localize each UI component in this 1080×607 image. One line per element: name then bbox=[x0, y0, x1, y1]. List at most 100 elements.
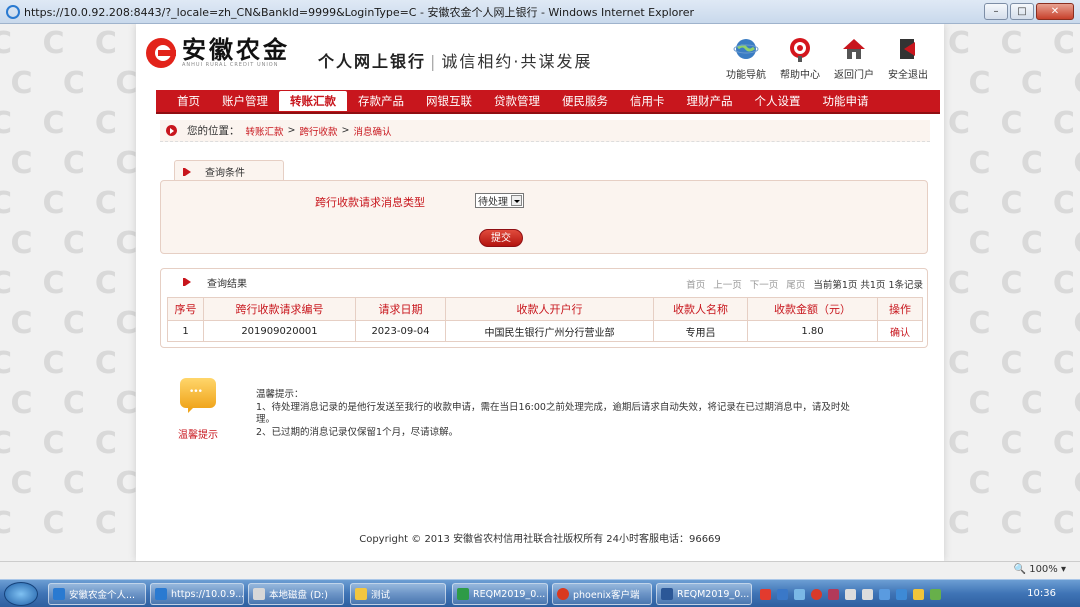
window-controls: – □ ✕ bbox=[984, 3, 1074, 20]
breadcrumb-label: 您的位置： bbox=[187, 125, 240, 137]
tray-app-icon[interactable] bbox=[930, 588, 941, 600]
nav-item-settings[interactable]: 个人设置 bbox=[744, 91, 812, 111]
task-label: https://10.0.9... bbox=[171, 588, 244, 600]
nav-item-wealth[interactable]: 理财产品 bbox=[676, 91, 744, 111]
help-center-link[interactable]: 帮助中心 bbox=[778, 36, 822, 81]
task-reqm-word[interactable]: REQM2019_0... bbox=[656, 583, 752, 605]
pager-prev[interactable]: 上一页 bbox=[713, 277, 742, 291]
slogan-motto: 诚信相约·共谋发展 bbox=[441, 52, 593, 71]
tray-app-icon[interactable] bbox=[913, 588, 924, 600]
breadcrumb-current: 消息确认 bbox=[353, 126, 392, 138]
background-pattern: C C C C C C C C C C C C C C C C C C C C … bbox=[948, 26, 1080, 541]
return-portal-label: 返回门户 bbox=[834, 70, 874, 81]
task-ie-url[interactable]: https://10.0.9... bbox=[150, 583, 244, 605]
maximize-button[interactable]: □ bbox=[1010, 3, 1034, 20]
breadcrumb-interbank[interactable]: 跨行收款 bbox=[299, 124, 337, 138]
page-footer: Copyright © 2013 安徽省农村信用社联合社版权所有 24小时客服电… bbox=[359, 534, 721, 545]
cell-amount: 1.80 bbox=[747, 320, 878, 342]
nav-item-interbank[interactable]: 网银互联 bbox=[415, 91, 483, 111]
chat-bubble-icon bbox=[180, 378, 216, 413]
confirm-link[interactable]: 确认 bbox=[877, 320, 923, 342]
bank-logo[interactable]: 安徽农金 ANHUI RURAL CREDIT UNION bbox=[146, 38, 290, 68]
start-button[interactable] bbox=[4, 582, 38, 606]
pager-next[interactable]: 下一页 bbox=[750, 277, 779, 291]
breadcrumb: 您的位置： 转账汇款 > 跨行收款 > 消息确认 bbox=[160, 120, 930, 142]
logout-link[interactable]: 安全退出 bbox=[886, 36, 930, 81]
ie-icon bbox=[53, 588, 65, 600]
submit-button[interactable]: 提交 bbox=[479, 229, 523, 247]
home-icon bbox=[841, 36, 867, 62]
globe-icon bbox=[733, 36, 759, 62]
arrow-right-icon bbox=[166, 125, 177, 136]
help-icon bbox=[787, 36, 813, 62]
task-reqm-1[interactable]: REQM2019_0... bbox=[452, 583, 548, 605]
table-header-row: 序号 跨行收款请求编号 请求日期 收款人开户行 收款人名称 收款金额（元） 操作 bbox=[167, 297, 923, 321]
query-panel: 跨行收款请求消息类型 待处理 提交 bbox=[160, 180, 928, 254]
logout-icon bbox=[895, 36, 921, 62]
results-table: 序号 跨行收款请求编号 请求日期 收款人开户行 收款人名称 收款金额（元） 操作… bbox=[167, 297, 923, 342]
col-amount: 收款金额（元） bbox=[747, 297, 878, 321]
window-titlebar: https://10.0.92.208:8443/?_locale=zh_CN&… bbox=[0, 0, 1080, 24]
help-center-label: 帮助中心 bbox=[780, 70, 820, 81]
task-phoenix[interactable]: phoenix客户端 bbox=[552, 583, 652, 605]
ie-icon bbox=[155, 588, 167, 600]
results-title: 查询结果 bbox=[207, 278, 247, 290]
tray-app-icon[interactable] bbox=[811, 588, 822, 600]
tray-app-icon[interactable] bbox=[828, 588, 839, 600]
task-folder-test[interactable]: 测试 bbox=[350, 583, 446, 605]
word-icon bbox=[661, 588, 673, 600]
return-portal-link[interactable]: 返回门户 bbox=[832, 36, 876, 81]
nav-item-services[interactable]: 便民服务 bbox=[551, 91, 619, 111]
col-request-date: 请求日期 bbox=[355, 297, 446, 321]
breadcrumb-transfer[interactable]: 转账汇款 bbox=[246, 124, 284, 138]
tab-query-label: 查询条件 bbox=[205, 168, 245, 179]
message-type-value: 待处理 bbox=[478, 197, 508, 208]
slogan-title: 个人网上银行 bbox=[318, 52, 427, 71]
nav-item-home[interactable]: 首页 bbox=[166, 91, 211, 111]
breadcrumb-separator: > bbox=[287, 125, 296, 136]
nav-item-transfer[interactable]: 转账汇款 bbox=[279, 91, 347, 111]
nav-item-loan[interactable]: 贷款管理 bbox=[483, 91, 551, 111]
nav-item-account[interactable]: 账户管理 bbox=[211, 91, 279, 111]
pager-last[interactable]: 尾页 bbox=[786, 277, 805, 291]
tray-app-icon[interactable] bbox=[794, 588, 805, 600]
taskbar-clock[interactable]: 10:36 bbox=[1027, 588, 1056, 599]
nav-item-credit-card[interactable]: 信用卡 bbox=[619, 91, 676, 111]
tray-app-icon[interactable] bbox=[879, 588, 890, 600]
window-title: https://10.0.92.208:8443/?_locale=zh_CN&… bbox=[24, 5, 694, 19]
cell-payee-name: 专用吕 bbox=[653, 320, 748, 342]
logo-mark-icon bbox=[146, 38, 176, 68]
tray-app-icon[interactable] bbox=[777, 588, 788, 600]
nav-item-apply[interactable]: 功能申请 bbox=[812, 91, 880, 111]
task-label: 测试 bbox=[371, 590, 391, 601]
tips-text: 温馨提示： 1、待处理消息记录的是他行发送至我行的收款申请，需在当日16:00之… bbox=[256, 389, 856, 439]
minimize-button[interactable]: – bbox=[984, 3, 1008, 20]
tray-app-icon[interactable] bbox=[760, 588, 771, 600]
task-explorer-disk[interactable]: 本地磁盘 (D:) bbox=[248, 583, 344, 605]
tab-query-conditions[interactable]: 查询条件 bbox=[174, 160, 284, 182]
taskbar: 安徽农金个人... https://10.0.9... 本地磁盘 (D:) 测试… bbox=[0, 579, 1080, 607]
message-type-select[interactable]: 待处理 bbox=[475, 193, 524, 208]
task-label: REQM2019_0... bbox=[677, 588, 750, 600]
col-action: 操作 bbox=[877, 297, 923, 321]
col-index: 序号 bbox=[167, 297, 204, 321]
app-icon bbox=[457, 588, 469, 600]
network-icon[interactable] bbox=[862, 588, 873, 600]
zoom-level[interactable]: 🔍 100% ▾ bbox=[1014, 564, 1066, 575]
task-label: phoenix客户端 bbox=[573, 590, 640, 601]
pager-first[interactable]: 首页 bbox=[686, 277, 705, 291]
folder-icon bbox=[355, 588, 367, 600]
volume-icon[interactable] bbox=[845, 588, 856, 600]
tray-app-icon[interactable] bbox=[896, 588, 907, 600]
chevron-down-icon bbox=[511, 195, 522, 206]
breadcrumb-separator: > bbox=[341, 125, 350, 136]
cell-request-no: 201909020001 bbox=[203, 320, 356, 342]
close-button[interactable]: ✕ bbox=[1036, 3, 1074, 20]
task-ie-bank[interactable]: 安徽农金个人... bbox=[48, 583, 146, 605]
zoom-value: 100% bbox=[1029, 564, 1058, 575]
nav-item-deposit[interactable]: 存款产品 bbox=[347, 91, 415, 111]
table-row: 1 201909020001 2023-09-04 中国民生银行广州分行营业部 … bbox=[167, 320, 923, 342]
function-nav-link[interactable]: 功能导航 bbox=[724, 36, 768, 81]
col-payee-name: 收款人名称 bbox=[653, 297, 748, 321]
logo-text: 安徽农金 bbox=[182, 35, 290, 64]
